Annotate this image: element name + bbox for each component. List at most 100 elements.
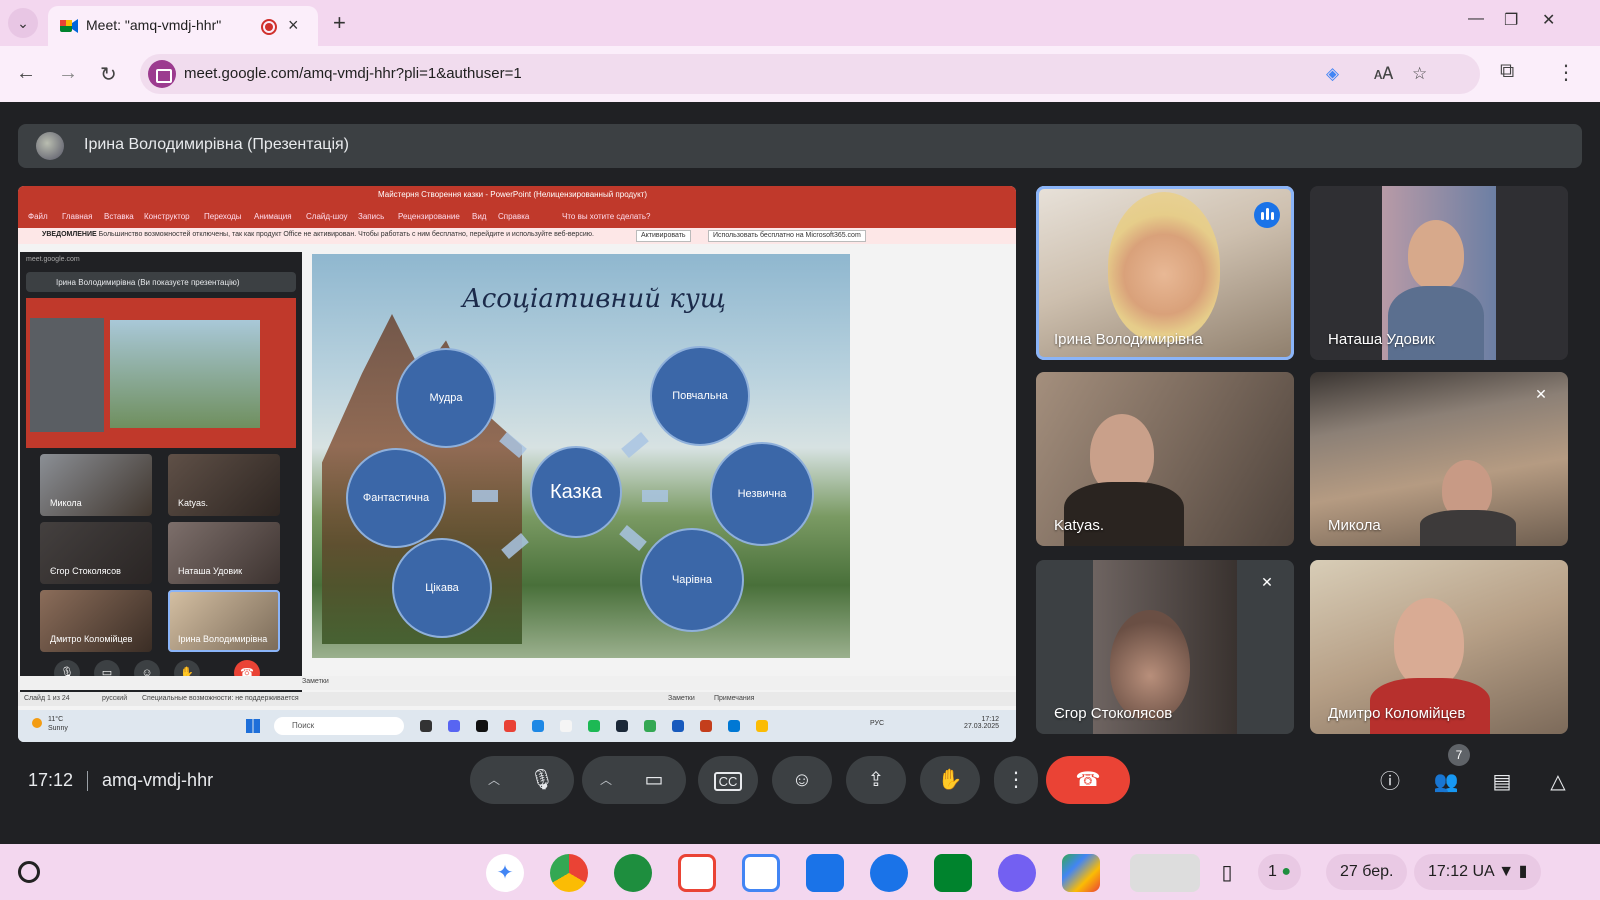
launcher-icon[interactable] xyxy=(18,861,40,883)
ribbon-tab: Слайд-шоу xyxy=(306,212,348,221)
ppt-window-title: Майстерня Створення казки - PowerPoint (… xyxy=(378,190,648,199)
participant-video xyxy=(1408,220,1464,290)
ppt-status-bar: Слайд 1 из 24 русский Специальные возмож… xyxy=(18,692,1016,706)
participant-tile[interactable]: ✕ Микола xyxy=(1310,372,1568,546)
mic-control[interactable]: ︿ 🎙 xyxy=(470,756,574,804)
gmail-icon[interactable] xyxy=(678,854,716,892)
play-store-icon[interactable] xyxy=(1062,854,1100,892)
extensions-icon[interactable]: ⧉ xyxy=(1500,60,1514,83)
slide-title: Асоціативний кущ xyxy=(462,284,726,314)
chrome-icon[interactable] xyxy=(550,854,588,892)
site-info-icon[interactable] xyxy=(148,60,176,88)
participant-body xyxy=(1388,286,1484,360)
new-tab-icon[interactable]: + xyxy=(333,10,346,36)
participant-tile[interactable]: Katyas. xyxy=(1036,372,1294,546)
mini-tile-name: Микола xyxy=(50,498,82,508)
ribbon-tab: Рецензирование xyxy=(398,212,460,221)
captions-button[interactable]: CC xyxy=(698,756,758,804)
taskbar-app-icon xyxy=(532,720,544,732)
ppt-title-bar: Майстерня Створення казки - PowerPoint (… xyxy=(18,186,1016,206)
mini-url: meet.google.com xyxy=(26,256,80,263)
participant-name: Ірина Володимирівна xyxy=(1054,331,1203,348)
mini-shared-screen xyxy=(26,298,296,448)
raise-hand-button[interactable]: ✋ xyxy=(920,756,980,804)
windows-taskbar: 11°C Sunny Поиск РУС 17:12 27.03.2025 xyxy=(18,710,1016,742)
bookmark-star-icon[interactable]: ☆ xyxy=(1412,64,1427,84)
mini-tile: Наташа Удовик xyxy=(168,522,280,584)
viber-icon[interactable] xyxy=(998,854,1036,892)
shelf-date[interactable]: 27 бер. xyxy=(1326,854,1408,890)
notification-count: 1 xyxy=(1268,863,1277,880)
gemini-icon[interactable]: ✦ xyxy=(486,854,524,892)
participant-tile[interactable]: Ірина Володимирівна xyxy=(1036,186,1294,360)
mic-options-chevron-icon[interactable]: ︿ xyxy=(488,756,500,804)
bubble-unusual: Незвична xyxy=(710,442,814,546)
camera-options-chevron-icon[interactable]: ︿ xyxy=(600,756,612,804)
meeting-details-icon[interactable]: ⓘ xyxy=(1376,768,1404,796)
window-close-icon[interactable]: ✕ xyxy=(1542,10,1555,30)
mini-tile: Єгор Стоколясов xyxy=(40,522,152,584)
status-area[interactable]: 17:12 UA ▼ ▮ xyxy=(1414,854,1542,890)
ribbon-tab: Запись xyxy=(358,212,385,221)
url-text[interactable]: meet.google.com/amq-vmdj-hhr?pli=1&authu… xyxy=(184,65,522,82)
leave-call-button[interactable]: ☎ xyxy=(1046,756,1130,804)
reload-icon[interactable]: ↻ xyxy=(100,62,117,87)
mic-icon[interactable]: 🎙 xyxy=(522,766,562,794)
shared-screen[interactable]: Майстерня Створення казки - PowerPoint (… xyxy=(18,186,1016,742)
tab-search-chevron-icon[interactable]: ⌄ xyxy=(8,8,38,38)
files-icon[interactable] xyxy=(806,854,844,892)
messages-icon[interactable] xyxy=(870,854,908,892)
weather-desc: Sunny xyxy=(48,725,68,732)
window-thumbnail[interactable] xyxy=(1130,854,1200,892)
participant-name: Наташа Удовик xyxy=(1328,331,1435,348)
activities-icon[interactable]: △ xyxy=(1544,768,1572,796)
camera-control[interactable]: ︿ ▭ xyxy=(582,756,686,804)
chrome-menu-icon[interactable]: ⋮ xyxy=(1556,60,1576,85)
participant-tile[interactable]: ✕ Єгор Стоколясов xyxy=(1036,560,1294,734)
recording-indicator-icon xyxy=(261,19,277,35)
more-options-button[interactable]: ⋮ xyxy=(994,756,1038,804)
presenter-avatar xyxy=(36,132,64,160)
google-lens-icon[interactable]: ◈ xyxy=(1326,64,1339,84)
participant-tile[interactable]: Наташа Удовик xyxy=(1310,186,1568,360)
taskbar-lang: РУС xyxy=(870,720,885,727)
people-count-badge: 7 xyxy=(1448,744,1470,766)
status-dot-icon: ● xyxy=(1281,863,1292,880)
bubble-center: Казка xyxy=(530,446,622,538)
active-tab[interactable]: Meet: "amq-vmdj-hhr" × xyxy=(48,6,318,46)
mini-tile: Katyas. xyxy=(168,454,280,516)
translate-icon[interactable]: 🗚 xyxy=(1374,64,1393,84)
camera-icon[interactable]: ▭ xyxy=(634,766,674,794)
word-icon xyxy=(672,720,684,732)
restore-icon[interactable]: ❐ xyxy=(1504,10,1518,30)
calendar-icon[interactable] xyxy=(742,854,780,892)
present-button[interactable]: ⇪ xyxy=(846,756,906,804)
apps-grid-icon[interactable] xyxy=(614,854,652,892)
back-icon[interactable]: ← xyxy=(16,62,36,85)
ribbon-tab: Вид xyxy=(472,212,487,221)
phone-hub-icon[interactable]: ▯ xyxy=(1212,854,1242,892)
mic-off-icon: ✕ xyxy=(1261,574,1273,590)
meeting-code: amq-vmdj-hhr xyxy=(102,770,214,790)
minimize-icon[interactable]: — xyxy=(1468,10,1484,28)
mini-tile: Микола xyxy=(40,454,152,516)
chrome-icon xyxy=(504,720,516,732)
address-bar[interactable]: meet.google.com/amq-vmdj-hhr?pli=1&authu… xyxy=(140,54,1480,94)
emoji-button[interactable]: ☺ xyxy=(772,756,832,804)
end-call-icon: ☎ xyxy=(1075,769,1101,791)
notification-tray[interactable]: 1 ● xyxy=(1258,854,1302,890)
ribbon-tab: Главная xyxy=(62,212,93,221)
participant-video xyxy=(1394,598,1464,688)
arrow-shape xyxy=(619,525,647,551)
people-icon[interactable]: 👥 xyxy=(1432,768,1460,796)
forward-icon[interactable]: → xyxy=(58,62,78,85)
weather-icon xyxy=(32,718,42,728)
taskbar-date: 27.03.2025 xyxy=(964,723,1000,730)
participant-tile[interactable]: Дмитро Коломійцев xyxy=(1310,560,1568,734)
participant-name: Дмитро Коломійцев xyxy=(1328,705,1466,722)
chat-icon[interactable]: ▤ xyxy=(1488,768,1516,796)
participant-name: Єгор Стоколясов xyxy=(1054,705,1173,722)
meet-icon[interactable] xyxy=(934,854,972,892)
taskbar-app-icon xyxy=(644,720,656,732)
tab-close-icon[interactable]: × xyxy=(288,15,299,36)
